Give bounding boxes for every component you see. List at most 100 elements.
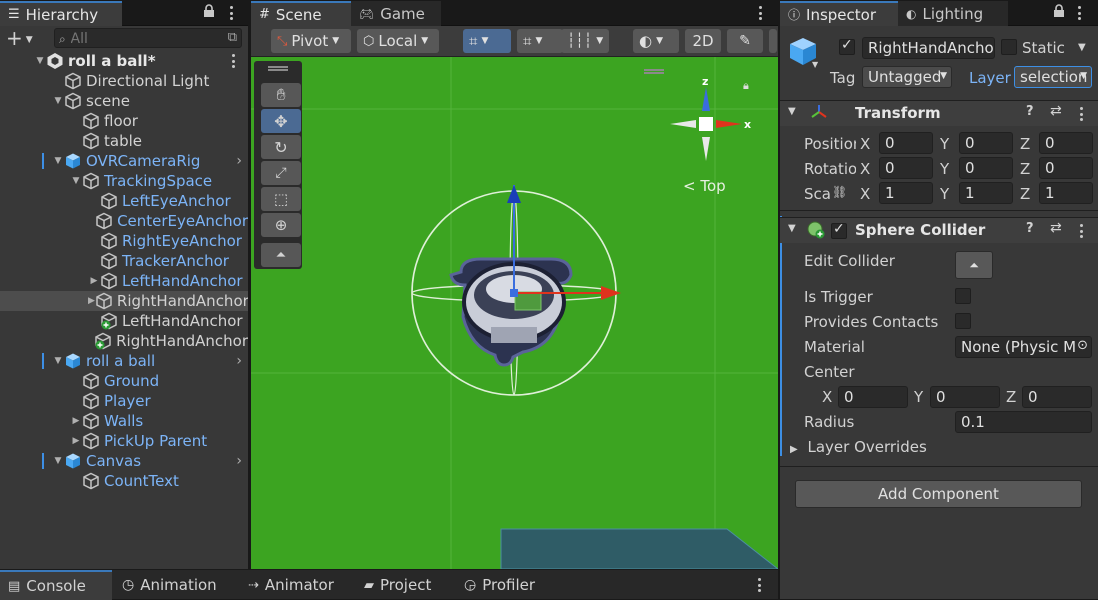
hierarchy-item[interactable]: ▼ scene [0,91,248,111]
center-y-field[interactable]: 0 [930,386,1000,408]
layer-dropdown[interactable]: selection ▼ [1014,66,1092,88]
collider-enabled-checkbox[interactable]: ✓ [831,221,847,239]
foldout-collapsed-icon[interactable]: ▶ [88,296,95,306]
edit-collider-button[interactable]: ⏶ [955,251,993,279]
chevron-right-icon[interactable]: › [236,353,242,369]
tab-console[interactable]: ▤ Console [0,570,112,600]
hierarchy-item[interactable]: ▶ RightHandAnchor [0,291,248,311]
draw-mode-button[interactable]: ◐ ▼ [633,29,679,53]
help-icon[interactable]: ? [1026,221,1034,236]
object-picker-icon[interactable]: ⊙ [1077,338,1088,353]
hierarchy-item[interactable]: table [0,131,248,151]
foldout-expanded-icon[interactable]: ▼ [52,356,64,366]
tab-lighting[interactable]: ◐ Lighting [898,1,1008,26]
scale-x-field[interactable]: 1 [879,182,933,204]
foldout-expanded-icon[interactable]: ▼ [52,456,64,466]
layer-overrides-foldout[interactable]: ▶ Layer Overrides [790,438,927,456]
hierarchy-item[interactable]: RightEyeAnchor [0,231,248,251]
increment-snapping-button[interactable]: ⌗ ▼ [517,29,563,53]
tab-scene[interactable]: # Scene [251,1,351,26]
move-tool-button[interactable]: ✥ [261,109,301,133]
foldout-collapsed-icon[interactable]: ▶ [70,416,82,426]
hand-tool-button[interactable]: ✋︎ [261,83,301,107]
hierarchy-item[interactable]: CenterEyeAnchor [0,211,248,231]
hierarchy-item[interactable]: ▼ roll a ball › [0,351,248,371]
foldout-arrow-icon[interactable]: ▼ [788,223,796,234]
bottom-menu-icon[interactable] [758,578,762,592]
local-dropdown[interactable]: ⬡ Local ▼ [357,29,439,53]
hierarchy-search-field[interactable]: ⌕ ⧉ [54,28,242,48]
foldout-collapsed-icon[interactable]: ▶ [88,276,100,286]
provides-contacts-checkbox[interactable] [955,313,971,329]
static-dropdown-icon[interactable]: ▼ [1078,42,1086,53]
position-y-field[interactable]: 0 [959,132,1013,154]
rotation-x-field[interactable]: 0 [879,157,933,179]
rotation-y-field[interactable]: 0 [959,157,1013,179]
center-x-field[interactable]: 0 [838,386,908,408]
overlay-handle-icon[interactable] [644,69,664,71]
foldout-expanded-icon[interactable]: ▼ [34,56,46,66]
tab-game[interactable]: 🎮︎ Game [351,1,441,26]
static-checkbox[interactable] [1001,39,1017,55]
rotation-z-field[interactable]: 0 [1039,157,1093,179]
scale-z-field[interactable]: 1 [1039,182,1093,204]
sphere-collider-header[interactable]: ▼ ✓ Sphere Collider ? ⇄ [780,217,1098,243]
foldout-arrow-icon[interactable]: ▼ [788,106,796,117]
drag-handle-icon[interactable] [268,66,288,68]
rotate-tool-button[interactable]: ↻ [261,135,301,159]
lock-icon[interactable] [203,4,215,18]
material-field[interactable]: None (Physic M ⊙ [955,336,1092,358]
transform-menu-icon[interactable] [1080,107,1084,121]
gizmo-lock-icon[interactable]: 🔒︎ [743,79,749,93]
chevron-down-icon[interactable]: ▼ [812,60,818,69]
chevron-right-icon[interactable]: › [236,153,242,169]
hierarchy-item[interactable]: ▼ Canvas › [0,451,248,471]
hierarchy-item[interactable]: TrackerAnchor [0,251,248,271]
sphere-collider-gizmo[interactable] [401,177,631,407]
lighting-toggle-button[interactable]: ✎ [727,29,763,53]
hierarchy-item[interactable]: floor [0,111,248,131]
is-trigger-checkbox[interactable] [955,288,971,304]
tab-animator[interactable]: ⇢ Animator [240,570,342,600]
inspector-menu-icon[interactable] [1078,6,1082,20]
hierarchy-item[interactable]: LeftEyeAnchor [0,191,248,211]
hierarchy-search-input[interactable] [70,31,191,47]
foldout-expanded-icon[interactable]: ▼ [52,96,64,106]
position-x-field[interactable]: 0 [879,132,933,154]
foldout-expanded-icon[interactable]: ▼ [52,156,64,166]
lock-icon[interactable] [1053,4,1065,18]
hierarchy-item[interactable]: ▼ TrackingSpace [0,171,248,191]
chevron-right-icon[interactable]: › [236,453,242,469]
hierarchy-item[interactable]: ▶ Walls [0,411,248,431]
table-object[interactable] [491,525,778,569]
add-button[interactable]: + ▼ [6,27,33,51]
hierarchy-item[interactable]: Player [0,391,248,411]
tab-profiler[interactable]: ◶ Profiler [456,570,543,600]
foldout-expanded-icon[interactable]: ▼ [70,176,82,186]
grid-snapping-button[interactable]: ⌗ ▼ [463,29,511,53]
tag-dropdown[interactable]: Untagged ▼ [862,66,952,88]
hierarchy-item[interactable]: ▼ OVRCameraRig › [0,151,248,171]
hierarchy-item[interactable]: LeftHandAnchor [0,311,248,331]
scale-tool-button[interactable]: ⤢ [261,161,301,185]
tab-project[interactable]: ▰ Project [356,570,439,600]
hierarchy-item[interactable]: ▶ LeftHandAnchor [0,271,248,291]
scene-viewport[interactable]: ✋︎ ✥ ↻ ⤢ ⬚ ⊕ ⏶ z x 🔒︎ < Top [251,57,778,569]
scale-y-field[interactable]: 1 [959,182,1013,204]
scene-menu-icon[interactable] [759,6,763,20]
hierarchy-scene-row[interactable]: ▼ roll a ball* [0,51,248,71]
hierarchy-item[interactable]: CountText [0,471,248,491]
hierarchy-menu-icon[interactable] [230,6,234,20]
custom-editor-tool-button[interactable]: ⏶ [261,243,301,267]
scene-menu-icon[interactable] [232,54,236,68]
ruler-snapping-button[interactable]: ┆┆┆ ▼ [561,29,609,53]
rect-tool-button[interactable]: ⬚ [261,187,301,211]
2d-toggle-button[interactable]: 2D [685,29,721,53]
preset-icon[interactable]: ⇄ [1050,220,1062,236]
collider-menu-icon[interactable] [1080,224,1084,238]
hierarchy-item[interactable]: Ground [0,371,248,391]
tab-hierarchy[interactable]: ☰ Hierarchy [0,1,122,26]
add-component-button[interactable]: Add Component [795,480,1082,508]
gizmo-view-label[interactable]: < Top [683,177,726,195]
help-icon[interactable]: ? [1026,104,1034,119]
